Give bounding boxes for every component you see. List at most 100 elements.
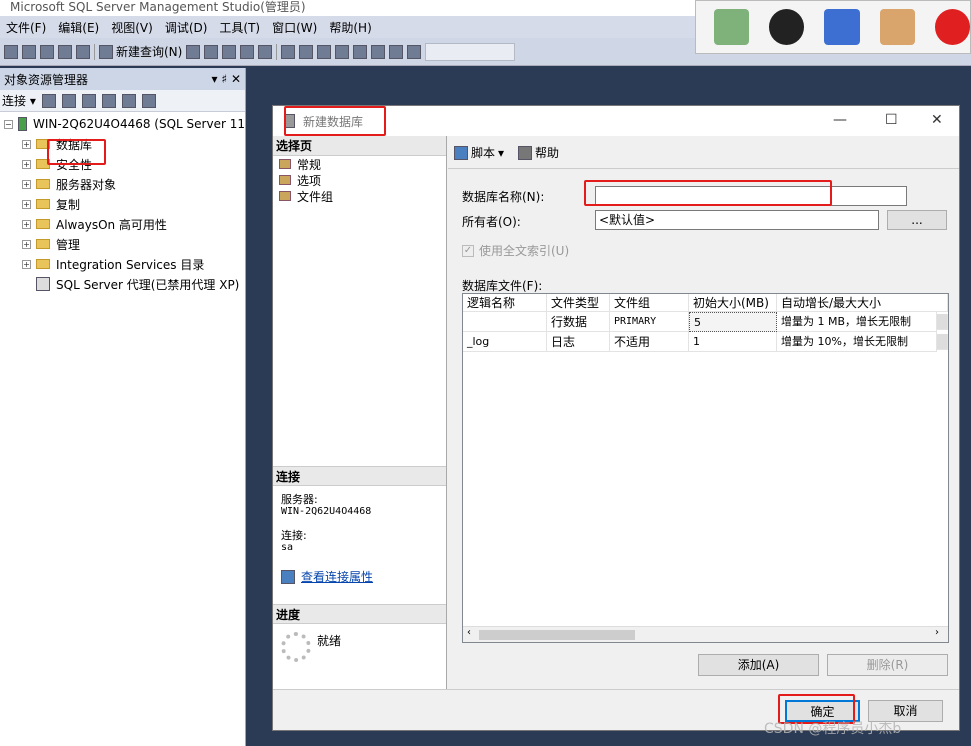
solution-config-dropdown[interactable] (425, 42, 516, 61)
page-icon (279, 159, 291, 169)
add-button[interactable]: 添加(A) (698, 654, 819, 676)
page-general[interactable]: 常规 (273, 156, 446, 172)
query-dmx-icon[interactable] (222, 44, 237, 59)
query-xmla-icon[interactable] (240, 44, 255, 59)
start-icon[interactable] (407, 44, 422, 59)
expand-icon[interactable]: + (22, 139, 31, 149)
cell-filegroup[interactable]: PRIMARY (610, 312, 689, 332)
new-project-icon[interactable] (4, 44, 18, 59)
cell-autogrowth: 增量为 10%，增长无限制 (777, 332, 937, 352)
expand-icon[interactable]: + (22, 159, 31, 169)
tree-item-integration-services[interactable]: + Integration Services 目录 (0, 254, 245, 274)
tree-item-server-objects[interactable]: + 服务器对象 (0, 174, 245, 194)
maximize-icon[interactable]: ☐ (885, 112, 898, 128)
collapse-icon[interactable]: − (4, 119, 13, 129)
highlight-box-databases (47, 139, 106, 165)
query-ssce-icon[interactable] (258, 44, 273, 59)
query-db-icon[interactable] (186, 44, 201, 59)
activity-icon[interactable] (141, 93, 156, 108)
menu-file[interactable]: 文件(F) (0, 19, 52, 36)
scroll-left-icon[interactable]: ‹ (467, 627, 471, 638)
tree-item-replication[interactable]: + 复制 (0, 194, 245, 214)
cell-initial-size[interactable]: 5 (689, 312, 777, 332)
expand-icon[interactable]: + (22, 179, 31, 189)
help-button[interactable]: 帮助 (518, 144, 559, 161)
panel-controls-icon[interactable]: ▾ ♯ ✕ (211, 72, 241, 86)
tree-item-agent[interactable]: SQL Server 代理(已禁用代理 XP) (0, 274, 245, 294)
page-options[interactable]: 选项 (273, 172, 446, 188)
owner-browse-button[interactable]: ... (887, 210, 947, 230)
select-page-heading: 选择页 (273, 136, 446, 156)
redo-icon[interactable] (353, 44, 368, 59)
owner-input[interactable]: <默认值> (595, 210, 879, 230)
stop-icon[interactable] (81, 93, 96, 108)
column-header[interactable]: 文件类型 (547, 294, 610, 312)
autogrowth-browse-button[interactable] (937, 334, 948, 350)
menu-help[interactable]: 帮助(H) (323, 19, 377, 36)
tree-item-databases[interactable]: + 数据库 (0, 134, 245, 154)
menu-tools[interactable]: 工具(T) (213, 19, 266, 36)
refresh-icon[interactable] (121, 93, 136, 108)
user-icon[interactable] (879, 9, 915, 45)
add-item-icon[interactable] (22, 44, 36, 59)
cell-logical-name[interactable] (463, 312, 547, 332)
query-mdx-icon[interactable] (204, 44, 219, 59)
filter-icon[interactable] (101, 93, 116, 108)
tree-item-security[interactable]: + 安全性 (0, 154, 245, 174)
fulltext-checkbox[interactable]: ✓ 使用全文索引(U) (462, 242, 569, 259)
scroll-thumb[interactable] (479, 630, 635, 640)
dialog-right-pane: 脚本 ▾ 帮助 数据库名称(N): 所有者(O): <默认值> ... ✓ 使用全… (448, 136, 959, 689)
minimize-icon[interactable]: — (833, 112, 847, 128)
cell-logical-name[interactable]: _log (463, 332, 547, 352)
close-icon[interactable]: ✕ (931, 112, 943, 128)
menu-debug[interactable]: 调试(D) (159, 19, 214, 36)
cut-icon[interactable] (281, 44, 296, 59)
connect-icon[interactable] (41, 93, 56, 108)
folder-icon (36, 239, 50, 249)
script-button[interactable]: 脚本 ▾ (454, 144, 504, 161)
open-file-icon[interactable] (40, 44, 54, 59)
expand-icon[interactable]: + (22, 259, 31, 269)
activity-monitor-icon[interactable] (389, 44, 404, 59)
column-header[interactable]: 自动增长/最大大小 (777, 294, 948, 312)
expand-icon[interactable]: + (22, 199, 31, 209)
horizontal-scrollbar[interactable]: ‹ › (463, 626, 948, 642)
copy-icon[interactable] (299, 44, 314, 59)
paste-icon[interactable] (317, 44, 332, 59)
scroll-right-icon[interactable]: › (935, 627, 939, 638)
page-icon (279, 191, 291, 201)
camera-icon[interactable] (769, 9, 805, 45)
tree-label: 服务器对象 (56, 177, 117, 192)
navigate-icon[interactable] (371, 44, 386, 59)
undo-icon[interactable] (335, 44, 350, 59)
connect-dropdown[interactable]: 连接 ▾ (2, 92, 36, 109)
record-icon[interactable] (934, 9, 971, 45)
expand-icon[interactable]: + (22, 239, 31, 249)
cell-initial-size[interactable]: 1 (689, 332, 777, 352)
remove-button[interactable]: 删除(R) (827, 654, 948, 676)
save-icon[interactable] (58, 44, 72, 59)
column-header[interactable]: 初始大小(MB) (689, 294, 777, 312)
page-icon (279, 175, 291, 185)
column-header[interactable]: 文件组 (610, 294, 689, 312)
expand-icon[interactable]: + (22, 219, 31, 229)
menu-view[interactable]: 视图(V) (105, 19, 159, 36)
tree-item-management[interactable]: + 管理 (0, 234, 245, 254)
tree-server[interactable]: − WIN-2Q62U4O4468 (SQL Server 11 (0, 114, 245, 134)
new-query-button[interactable]: 新建查询(N) (99, 43, 182, 60)
menu-window[interactable]: 窗口(W) (266, 19, 323, 36)
menu-edit[interactable]: 编辑(E) (52, 19, 105, 36)
cell-autogrowth: 增量为 1 MB，增长无限制 (777, 312, 937, 332)
folder-icon (36, 199, 50, 209)
page-filegroups[interactable]: 文件组 (273, 188, 446, 204)
view-connection-properties-link[interactable]: 查看连接属性 (281, 568, 373, 585)
tree-label: SQL Server 代理(已禁用代理 XP) (56, 277, 240, 292)
disconnect-icon[interactable] (61, 93, 76, 108)
return-icon[interactable] (714, 9, 750, 45)
column-header[interactable]: 逻辑名称 (463, 294, 547, 312)
folder-icon (36, 219, 50, 229)
pen-icon[interactable] (824, 9, 860, 45)
tree-item-alwayson[interactable]: + AlwaysOn 高可用性 (0, 214, 245, 234)
save-all-icon[interactable] (76, 44, 90, 59)
autogrowth-browse-button[interactable] (937, 314, 948, 330)
